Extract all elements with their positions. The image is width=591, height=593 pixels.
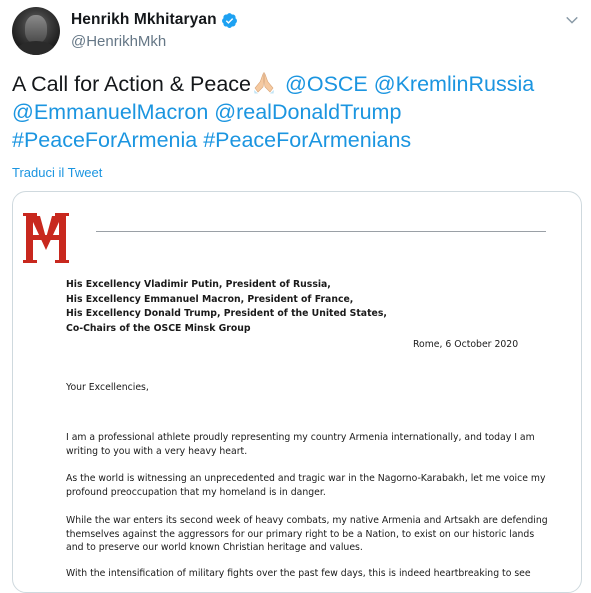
paragraph-line: themselves against the aggressors for ou… [66, 528, 535, 540]
translate-tweet-link[interactable]: Traduci il Tweet [12, 165, 102, 180]
mention-osce[interactable]: @OSCE [285, 72, 368, 96]
attached-image-card[interactable]: His Excellency Vladimir Putin, President… [12, 191, 582, 593]
letter-paragraph: While the war enters its second week of … [66, 514, 566, 555]
letter-document: His Excellency Vladimir Putin, President… [13, 192, 581, 592]
paragraph-line: profound preoccupation that my homeland … [66, 486, 326, 498]
avatar-face [25, 15, 47, 43]
tweet-text: A Call for Action & Peace @OSCE @Kremlin… [12, 70, 582, 154]
letter-salutation: Your Excellencies, [66, 382, 149, 393]
avatar-shoulders [16, 41, 56, 55]
paragraph-line: and to preserve our world known Christia… [66, 542, 363, 553]
letter-recipients: His Excellency Vladimir Putin, President… [66, 278, 387, 337]
letter-paragraph: With the intensification of military fig… [66, 567, 566, 581]
recipient-line: His Excellency Emmanuel Macron, Presiden… [66, 293, 354, 305]
tweet-line-2: @EmmanuelMacron @realDonaldTrump [12, 98, 582, 126]
letter-paragraph: As the world is witnessing an unpreceden… [66, 472, 566, 499]
avatar[interactable] [12, 7, 60, 55]
letterhead-rule [96, 231, 546, 232]
display-name[interactable]: Henrikh Mkhitaryan [71, 11, 217, 29]
recipient-line: His Excellency Vladimir Putin, President… [66, 279, 331, 290]
tweet-line-1: A Call for Action & Peace @OSCE @Kremlin… [12, 70, 582, 98]
recipient-line: His Excellency Donald Trump, President o… [66, 308, 387, 320]
letter-date: Rome, 6 October 2020 [413, 339, 519, 350]
tweet-lead-text: A Call for Action & Peace [12, 72, 252, 96]
paragraph-line: With the intensification of military fig… [66, 568, 531, 579]
mention-kremlinrussia[interactable]: @KremlinRussia [374, 72, 534, 96]
mention-realdonaldtrump[interactable]: @realDonaldTrump [214, 100, 401, 124]
paragraph-line: As the world is witnessing an unpreceden… [66, 473, 546, 484]
handle[interactable]: @HenrikhMkh [71, 33, 238, 50]
letter-paragraph: I am a professional athlete proudly repr… [66, 431, 566, 458]
chevron-down-icon[interactable] [563, 11, 581, 29]
paragraph-line: While the war enters its second week of … [66, 515, 548, 526]
folded-hands-icon [254, 71, 275, 94]
recipient-line: Co-Chairs of the OSCE Minsk Group [66, 323, 251, 335]
paragraph-line: I am a professional athlete proudly repr… [66, 432, 535, 443]
tweet-line-3: #PeaceForArmenia #PeaceForArmenians [12, 126, 582, 154]
paragraph-line: writing to you with a very heavy heart. [66, 445, 248, 457]
tweet: Henrikh Mkhitaryan @HenrikhMkh A Call fo… [0, 0, 591, 593]
hashtag-peaceforarmenians[interactable]: #PeaceForArmenians [203, 128, 411, 152]
author-block[interactable]: Henrikh Mkhitaryan @HenrikhMkh [71, 10, 238, 50]
display-name-row: Henrikh Mkhitaryan [71, 10, 238, 30]
monogram-logo-icon [23, 213, 69, 263]
mention-emmanuelmacron[interactable]: @EmmanuelMacron [12, 100, 208, 124]
verified-badge-icon [221, 12, 237, 28]
hashtag-peaceforarmenia[interactable]: #PeaceForArmenia [12, 128, 197, 152]
